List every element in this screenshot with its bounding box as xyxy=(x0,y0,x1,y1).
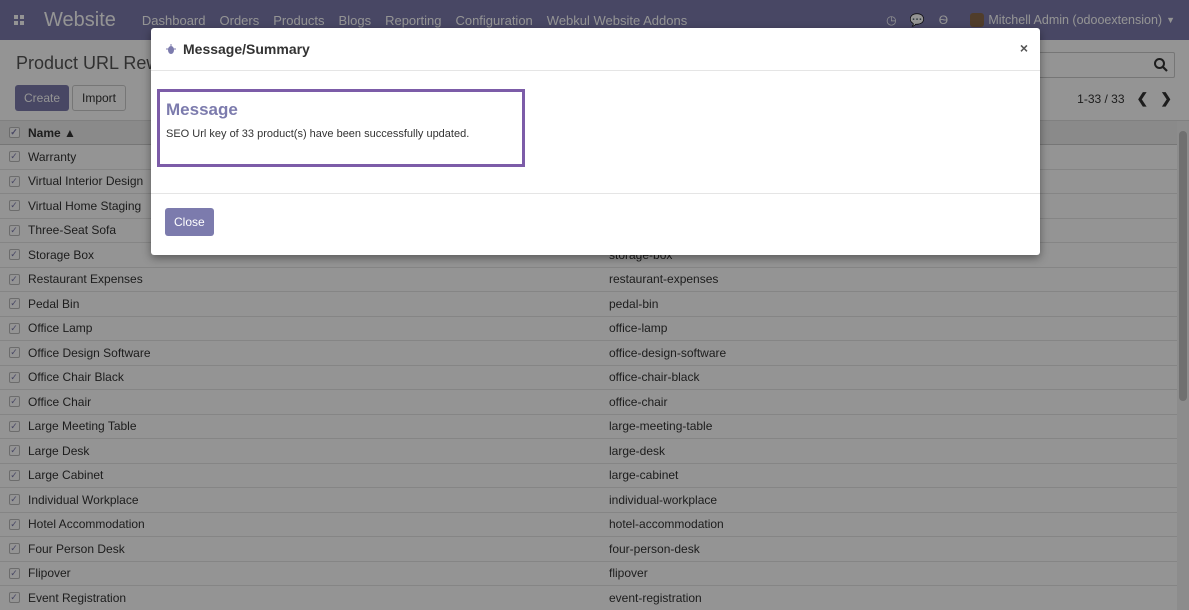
dialog-header: Message/Summary xyxy=(151,28,1040,71)
message-text: SEO Url key of 33 product(s) have been s… xyxy=(166,128,470,140)
message-heading: Message xyxy=(166,100,238,119)
bug-icon xyxy=(166,44,176,54)
message-box: Message SEO Url key of 33 product(s) hav… xyxy=(157,89,525,167)
message-summary-dialog: Message/Summary × Message SEO Url key of… xyxy=(151,28,1040,255)
close-icon[interactable]: × xyxy=(1020,40,1028,56)
dialog-title: Message/Summary xyxy=(183,41,310,57)
close-button[interactable]: Close xyxy=(165,208,214,236)
dialog-footer: Close xyxy=(151,193,1040,255)
